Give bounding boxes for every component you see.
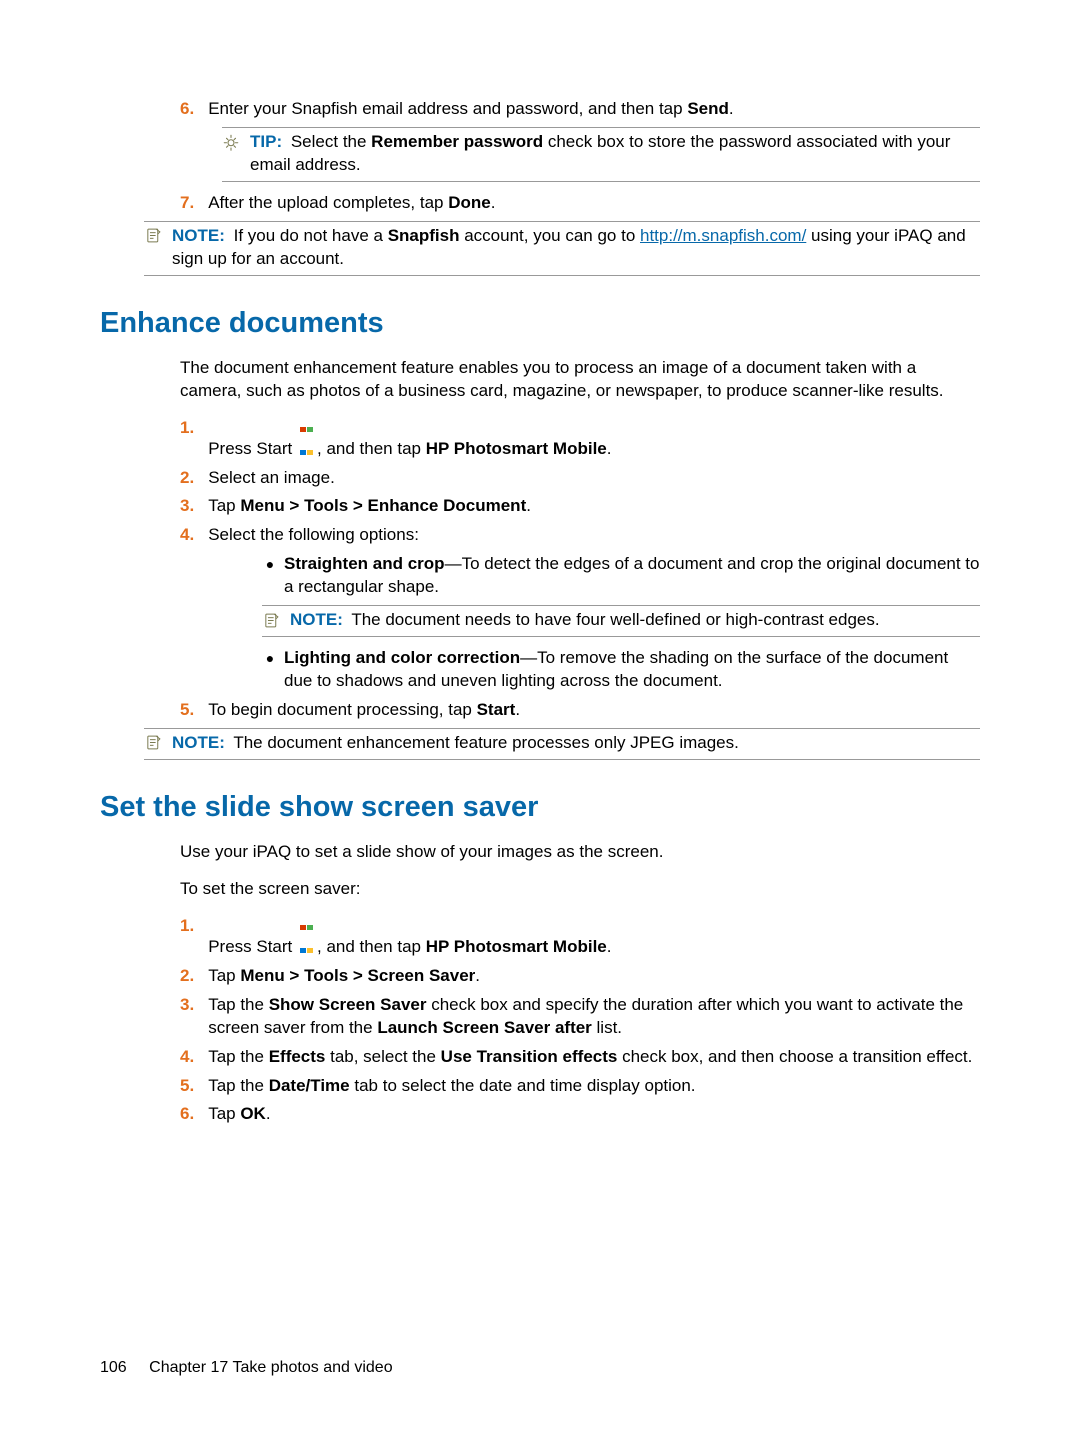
note-callout: NOTE: If you do not have a Snapfish acco… [144, 221, 980, 276]
step-text: Select an image. [208, 467, 980, 490]
bullet-marker: ● [256, 647, 284, 693]
slideshow-step-4: 4. Tap the Effects tab, select the Use T… [180, 1046, 980, 1069]
slideshow-intro: Use your iPAQ to set a slide show of you… [180, 841, 980, 864]
list-number: 5. [180, 1075, 208, 1098]
list-number: 7. [180, 192, 208, 215]
lightbulb-icon [222, 133, 240, 151]
step-text: Tap Menu > Tools > Screen Saver. [208, 965, 980, 988]
slideshow-step-3: 3. Tap the Show Screen Saver check box a… [180, 994, 980, 1040]
page-footer: 106 Chapter 17 Take photos and video [100, 1357, 393, 1379]
note-icon [144, 227, 162, 245]
list-number: 6. [180, 1103, 208, 1126]
note-label: NOTE: [290, 610, 343, 629]
list-number: 1. [180, 417, 208, 461]
bullet-straighten: ● Straighten and crop—To detect the edge… [256, 553, 980, 599]
windows-start-icon [299, 915, 315, 929]
step-6: 6. Enter your Snapfish email address and… [180, 98, 980, 121]
enhance-step-3: 3. Tap Menu > Tools > Enhance Document. [180, 495, 980, 518]
step-text: Enter your Snapfish email address and pa… [208, 98, 980, 121]
list-number: 3. [180, 994, 208, 1040]
slideshow-step-2: 2. Tap Menu > Tools > Screen Saver. [180, 965, 980, 988]
tip-label: TIP: [250, 132, 282, 151]
enhance-step-2: 2. Select an image. [180, 467, 980, 490]
enhance-step-4: 4. Select the following options: [180, 524, 980, 547]
step-text: Tap the Effects tab, select the Use Tran… [208, 1046, 980, 1069]
list-number: 4. [180, 1046, 208, 1069]
note-label: NOTE: [172, 733, 225, 752]
step-text: Tap OK. [208, 1103, 980, 1126]
step-7: 7. After the upload completes, tap Done. [180, 192, 980, 215]
enhance-step-1: 1. Press Start , and then tap HP Photosm… [180, 417, 980, 461]
tip-callout: TIP: Select the Remember password check … [222, 127, 980, 182]
step-text: Select the following options: [208, 524, 980, 547]
note-label: NOTE: [172, 226, 225, 245]
slideshow-lead: To set the screen saver: [180, 878, 980, 901]
list-number: 6. [180, 98, 208, 121]
step-text: Tap the Date/Time tab to select the date… [208, 1075, 980, 1098]
note-icon [144, 734, 162, 752]
list-number: 2. [180, 467, 208, 490]
enhance-step-5: 5. To begin document processing, tap Sta… [180, 699, 980, 722]
step-text: Press Start , and then tap HP Photosmart… [208, 915, 980, 959]
slideshow-step-1: 1. Press Start , and then tap HP Photosm… [180, 915, 980, 959]
heading-enhance-documents: Enhance documents [100, 304, 980, 343]
enhance-intro: The document enhancement feature enables… [180, 357, 980, 403]
list-number: 5. [180, 699, 208, 722]
step-text: Press Start , and then tap HP Photosmart… [208, 417, 980, 461]
list-number: 3. [180, 495, 208, 518]
page-number: 106 [100, 1359, 127, 1376]
windows-start-icon [299, 417, 315, 431]
chapter-title: Chapter 17 Take photos and video [149, 1359, 392, 1376]
heading-slideshow: Set the slide show screen saver [100, 788, 980, 827]
bullet-lighting: ● Lighting and color correction—To remov… [256, 647, 980, 693]
step-text: To begin document processing, tap Start. [208, 699, 980, 722]
note-callout-jpeg: NOTE: The document enhancement feature p… [144, 728, 980, 760]
note-callout-edges: NOTE: The document needs to have four we… [262, 605, 980, 637]
list-number: 2. [180, 965, 208, 988]
slideshow-step-6: 6. Tap OK. [180, 1103, 980, 1126]
list-number: 4. [180, 524, 208, 547]
step-text: Tap Menu > Tools > Enhance Document. [208, 495, 980, 518]
note-icon [262, 611, 280, 629]
slideshow-step-5: 5. Tap the Date/Time tab to select the d… [180, 1075, 980, 1098]
bullet-marker: ● [256, 553, 284, 599]
snapfish-link[interactable]: http://m.snapfish.com/ [640, 226, 806, 245]
step-text: Tap the Show Screen Saver check box and … [208, 994, 980, 1040]
list-number: 1. [180, 915, 208, 959]
step-text: After the upload completes, tap Done. [208, 192, 980, 215]
